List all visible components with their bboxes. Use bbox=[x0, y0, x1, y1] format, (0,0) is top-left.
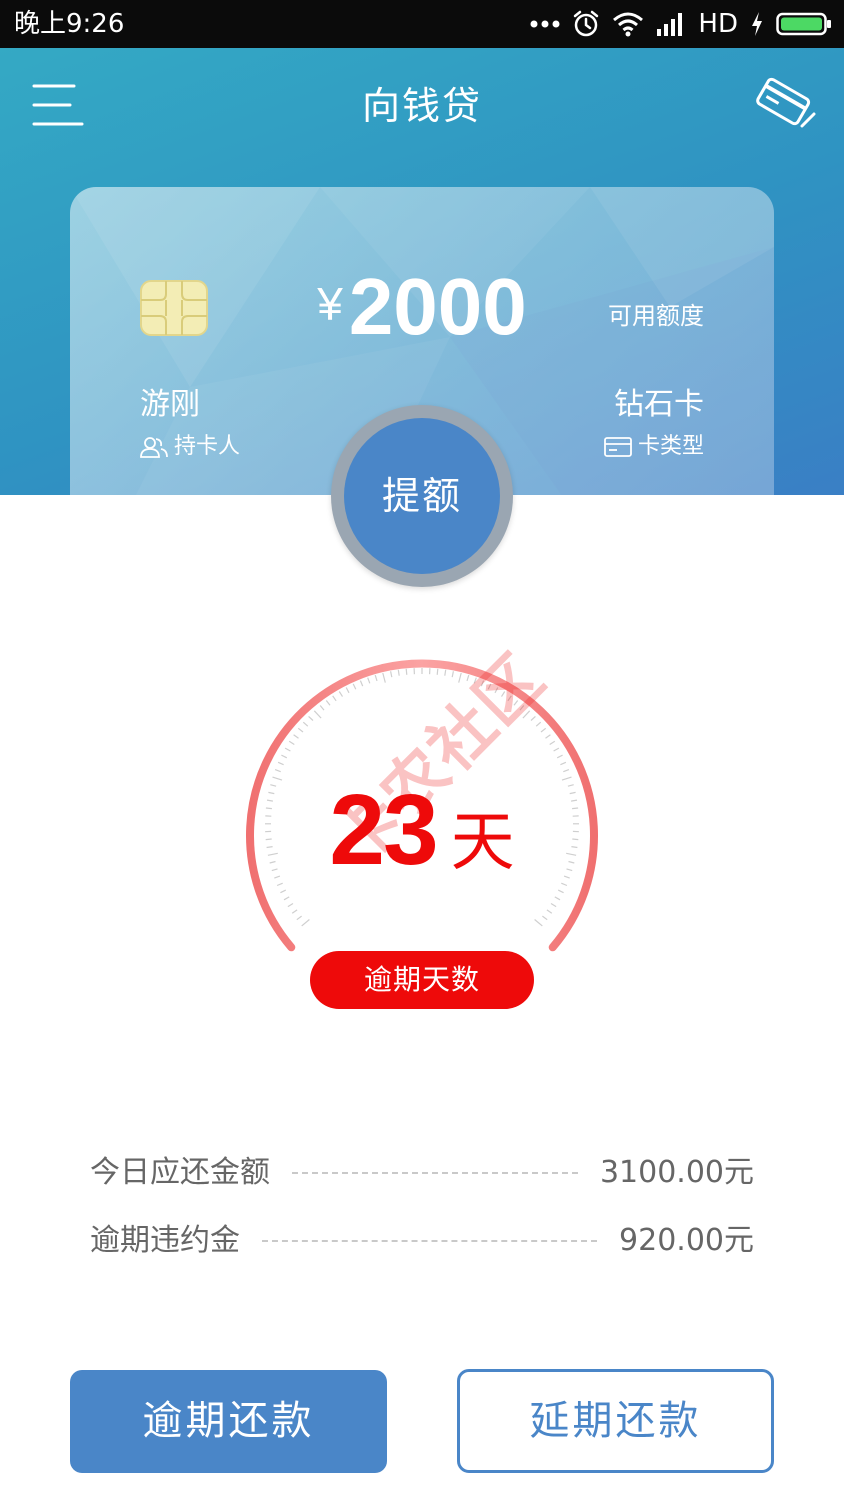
gauge-tick bbox=[277, 761, 284, 766]
card-type: 钻石卡 bbox=[614, 387, 704, 422]
gauge-tick bbox=[374, 674, 378, 682]
gauge-tick bbox=[553, 747, 560, 752]
overdue-repay-button[interactable]: 逾期还款 bbox=[70, 1370, 387, 1473]
signal-icon bbox=[657, 13, 683, 36]
users-icon bbox=[140, 437, 168, 458]
gauge-tick bbox=[534, 919, 543, 927]
alarm-icon bbox=[574, 10, 599, 37]
gauge-tick bbox=[338, 691, 344, 697]
wifi-icon bbox=[613, 12, 644, 37]
overdue-days: 23 天 bbox=[0, 770, 844, 903]
app-title: 向钱贷 bbox=[361, 84, 482, 128]
gauge-tick bbox=[397, 669, 400, 676]
status-bar: 晚上9:26 HD bbox=[0, 0, 844, 48]
gauge-tick bbox=[302, 721, 309, 727]
gauge-tick bbox=[550, 902, 557, 908]
card-icon bbox=[604, 437, 632, 457]
gauge-tick bbox=[359, 680, 364, 687]
row-divider bbox=[292, 1172, 578, 1174]
gauge-tick bbox=[293, 734, 299, 739]
row-label: 逾期违约金 bbox=[90, 1223, 240, 1258]
gauge-tick bbox=[540, 727, 547, 733]
gauge-tick bbox=[444, 669, 447, 676]
card-type-label: 卡类型 bbox=[604, 433, 704, 461]
currency-symbol: ¥ bbox=[317, 278, 343, 330]
card-type-label-text: 卡类型 bbox=[637, 434, 704, 459]
gauge-tick bbox=[549, 740, 556, 746]
status-time: 晚上9:26 bbox=[14, 9, 125, 39]
raise-limit-button[interactable]: 提额 bbox=[344, 418, 500, 574]
card-holder-label: 持卡人 bbox=[140, 433, 240, 461]
amount-value: 2000 bbox=[348, 262, 527, 351]
gauge-tick bbox=[284, 747, 291, 752]
gauge-tick bbox=[296, 915, 302, 921]
overdue-days-value: 23 bbox=[329, 774, 438, 886]
card-swipe-icon[interactable] bbox=[754, 76, 818, 134]
gauge-tick bbox=[556, 754, 563, 759]
gauge-tick bbox=[545, 734, 551, 739]
gauge-tick bbox=[281, 754, 288, 759]
gauge-tick bbox=[297, 727, 304, 733]
overdue-days-unit: 天 bbox=[450, 806, 515, 880]
gauge-tick bbox=[308, 715, 314, 721]
overdue-days-badge: 逾期天数 bbox=[310, 951, 534, 1009]
gauge-tick bbox=[345, 687, 350, 694]
gauge-tick bbox=[535, 721, 542, 727]
gauge-tick bbox=[367, 677, 371, 684]
app-screen: 晚上9:26 HD 向钱贷 ¥2000 可用额度 游刚 持卡人 钻石卡 卡类型 … bbox=[0, 0, 844, 1500]
gauge-tick bbox=[352, 683, 357, 690]
defer-repay-button[interactable]: 延期还款 bbox=[457, 1369, 774, 1473]
status-icons: HD bbox=[530, 6, 832, 42]
available-amount-label: 可用额度 bbox=[608, 302, 704, 330]
gauge-tick bbox=[390, 671, 393, 678]
gauge-tick bbox=[291, 909, 298, 914]
gauge-tick bbox=[288, 740, 295, 746]
battery-icon bbox=[776, 12, 831, 36]
card-holder-label-text: 持卡人 bbox=[174, 434, 241, 459]
gauge-tick bbox=[451, 671, 454, 678]
gauge-tick bbox=[560, 761, 567, 766]
gauge-tick bbox=[546, 909, 553, 914]
gauge-tick bbox=[542, 915, 548, 921]
gauge-tick bbox=[332, 695, 337, 702]
gauge-tick bbox=[313, 710, 322, 719]
row-value: 3100.00元 bbox=[599, 1155, 754, 1190]
gauge-tick bbox=[287, 902, 294, 908]
gauge-tick bbox=[382, 672, 386, 683]
gauge-tick bbox=[405, 668, 408, 675]
charging-icon bbox=[752, 12, 762, 36]
card-holder-name: 游刚 bbox=[140, 387, 200, 422]
amount-row-today: 今日应还金额 3100.00元 bbox=[90, 1151, 754, 1195]
gauge-tick bbox=[436, 668, 439, 675]
row-divider bbox=[262, 1240, 598, 1242]
gauge-tick bbox=[325, 700, 331, 706]
row-value: 920.00元 bbox=[619, 1223, 754, 1258]
gauge-tick bbox=[319, 705, 325, 711]
more-dots-icon bbox=[530, 20, 560, 28]
gauge-tick bbox=[301, 919, 310, 927]
row-label: 今日应还金额 bbox=[90, 1155, 270, 1190]
network-type: HD bbox=[698, 9, 738, 39]
amount-row-penalty: 逾期违约金 920.00元 bbox=[90, 1219, 754, 1263]
